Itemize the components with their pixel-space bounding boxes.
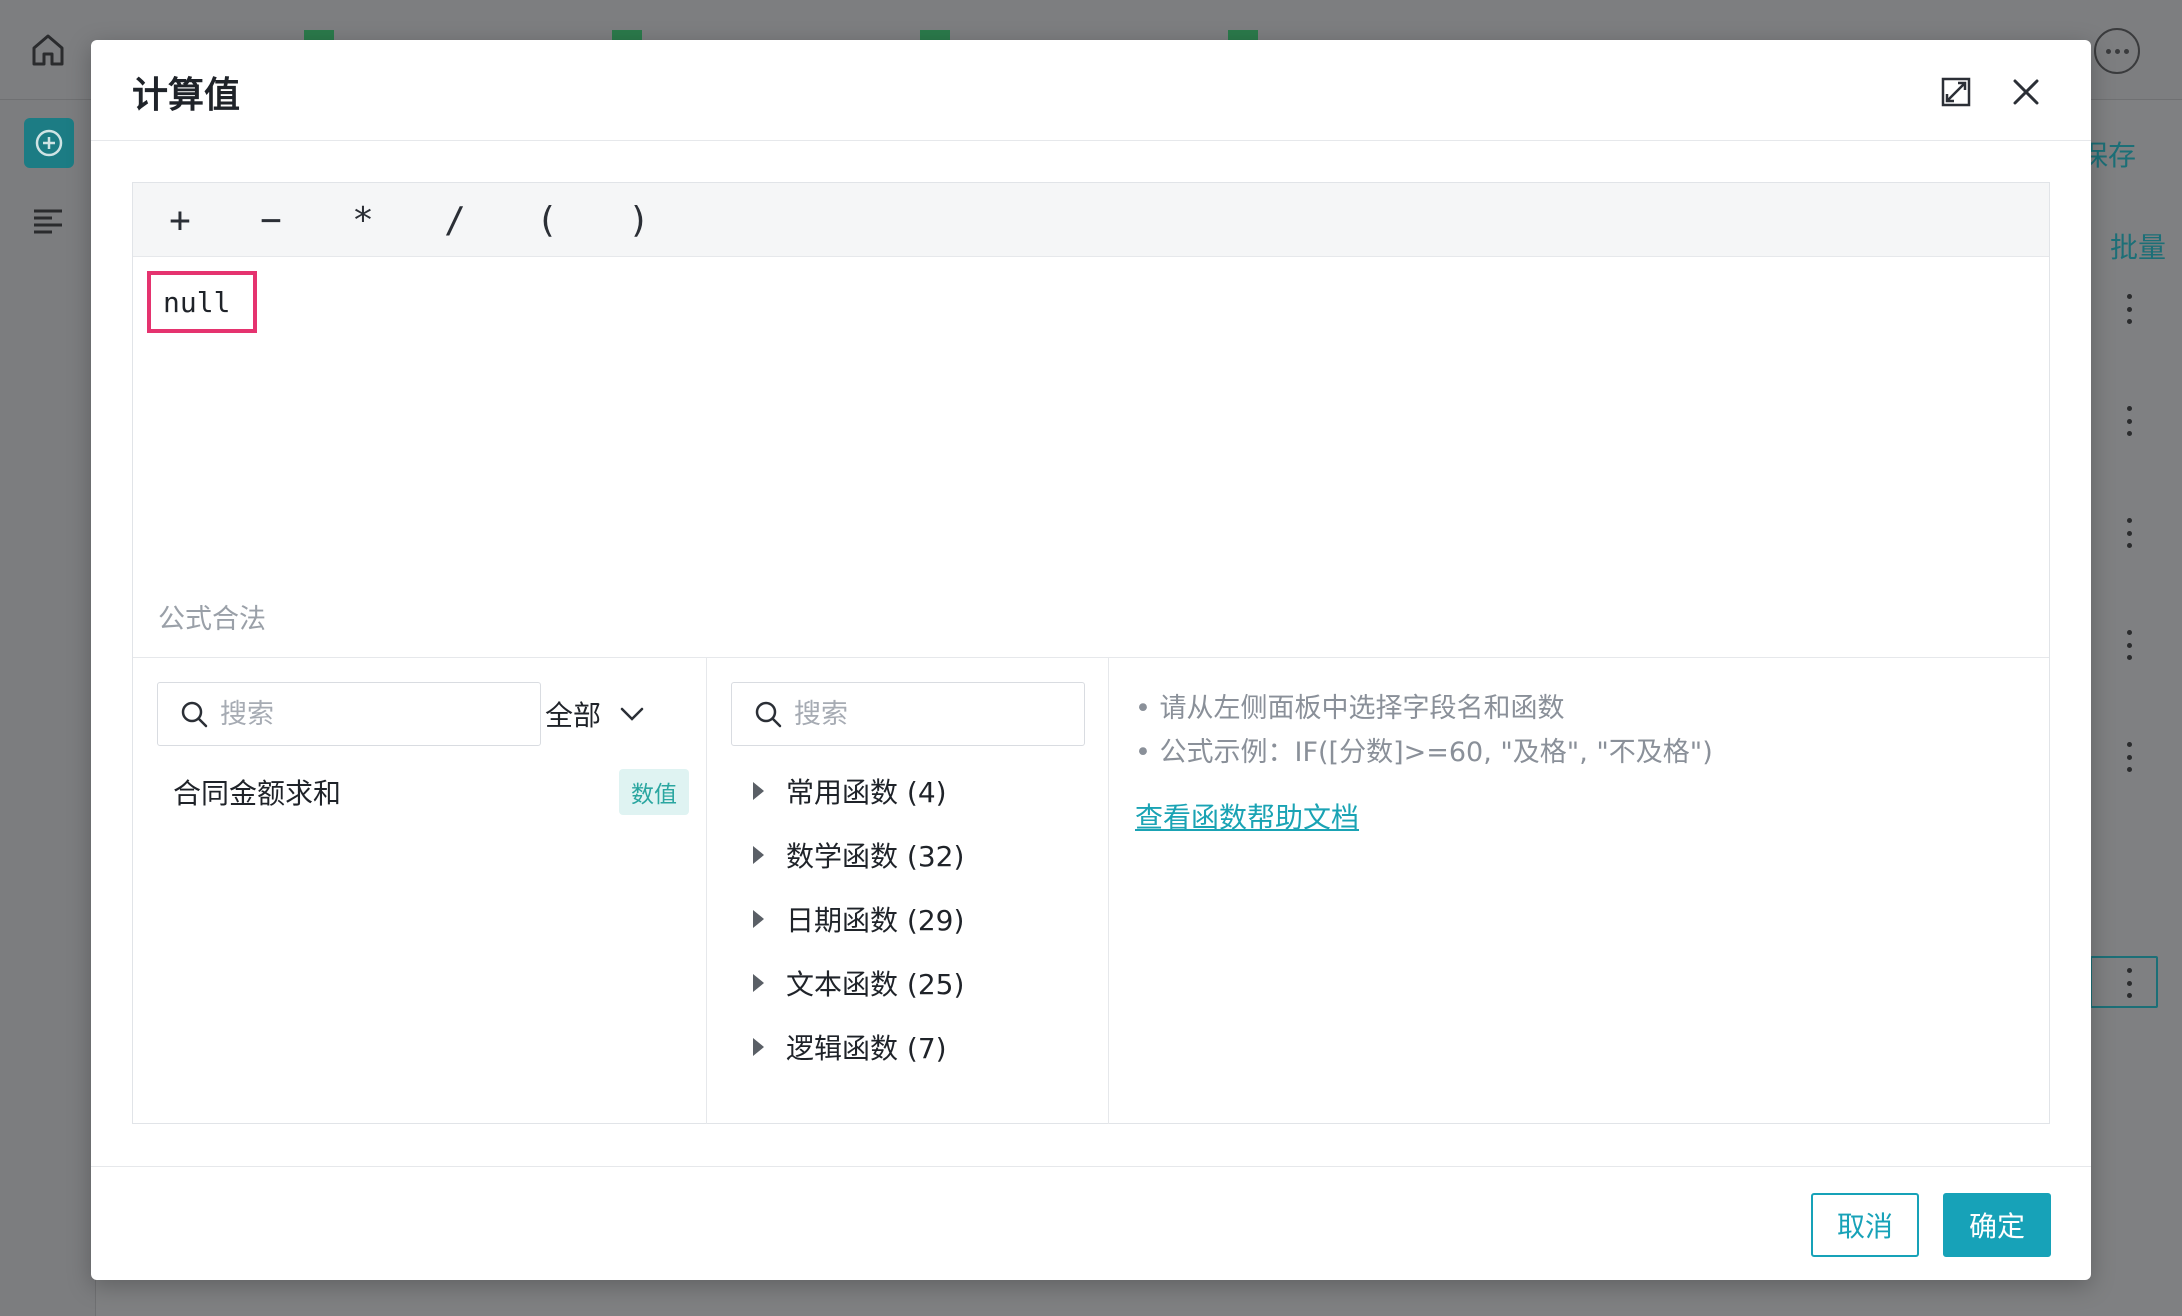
formula-input-area[interactable]: null [133,257,2049,619]
kebab-icon [2126,742,2132,772]
operator-divide-button[interactable]: / [425,193,485,247]
selection-panels: 全部 合同金额求和 数值 [133,657,2049,1124]
add-circle-icon [24,118,74,168]
operator-toolbar: + − * / ( ) [133,183,2049,257]
kebab-icon [2126,518,2132,548]
fields-panel: 全部 合同金额求和 数值 [133,658,707,1124]
field-search-box[interactable] [157,682,541,746]
confirm-button[interactable]: 确定 [1943,1193,2051,1257]
kebab-icon [2126,406,2132,436]
chevron-down-icon [620,707,644,721]
kebab-icon [2126,630,2132,660]
field-type-filter[interactable]: 全部 [545,682,645,746]
kebab-icon [2126,294,2132,324]
operator-plus-button[interactable]: + [150,193,210,247]
function-group-label: 数学函数 (32) [786,840,965,873]
help-instruction-text: • 请从左侧面板中选择字段名和函数 [1135,693,1565,724]
expand-icon[interactable] [1936,72,1976,112]
operator-open-paren-button[interactable]: ( [517,193,577,247]
background-selected-row [2090,956,2158,1008]
home-icon [32,34,64,66]
caret-right-icon [753,846,764,864]
function-group-label: 逻辑函数 (7) [786,1032,947,1065]
operator-multiply-button[interactable]: * [333,193,393,247]
field-search-input[interactable] [220,698,480,730]
field-name: 合同金额求和 [173,777,342,810]
background-sidebar [0,100,96,1316]
dialog-header: 计算值 [91,40,2091,141]
function-group-text[interactable]: 文本函数 (25) [753,960,964,1006]
function-group-date[interactable]: 日期函数 (29) [753,896,964,942]
function-group-label: 常用函数 (4) [786,776,947,809]
function-search-box[interactable] [731,682,1085,746]
dialog-footer: 取消 确定 [91,1166,2091,1280]
help-example-text: • 公式示例：IF([分数]>=60, "及格", "不及格") [1135,737,1713,768]
more-icon [2094,28,2140,74]
kebab-icon [2126,968,2132,998]
functions-panel: 常用函数 (4) 数学函数 (32) 日期函数 (29) 文本函数 (25) 逻… [707,658,1109,1124]
operator-minus-button[interactable]: − [241,193,301,247]
function-group-common[interactable]: 常用函数 (4) [753,768,947,814]
field-type-filter-label: 全部 [545,699,602,732]
operator-close-paren-button[interactable]: ) [609,193,669,247]
function-group-label: 文本函数 (25) [786,968,965,1001]
help-panel: • 请从左侧面板中选择字段名和函数 • 公式示例：IF([分数]>=60, "及… [1109,658,2049,1124]
calculated-value-dialog: 计算值 + − * / ( ) null 公式合法 搜索 全部 合同金额求和 数… [91,40,2091,1280]
function-help-doc-link[interactable]: 查看函数帮助文档 [1135,796,1359,836]
search-icon [755,701,782,728]
field-type-badge: 数值 [619,769,689,815]
search-icon [181,701,208,728]
cancel-button[interactable]: 取消 [1811,1193,1919,1257]
function-group-math[interactable]: 数学函数 (32) [753,832,964,878]
dialog-title: 计算值 [132,75,241,116]
background-batch-label: 批量 [2110,231,2167,264]
function-group-label: 日期函数 (29) [786,904,965,937]
function-search-input[interactable] [794,698,1054,730]
function-group-logic[interactable]: 逻辑函数 (7) [753,1024,947,1070]
formula-editor: + − * / ( ) null 公式合法 全部 [132,182,2050,1124]
close-icon[interactable] [2006,72,2046,112]
caret-right-icon [753,974,764,992]
formula-null-token[interactable]: null [147,271,257,333]
caret-right-icon [753,910,764,928]
field-item[interactable]: 合同金额求和 数值 [151,768,689,816]
caret-right-icon [753,782,764,800]
menu-icon [34,209,62,234]
caret-right-icon [753,1038,764,1056]
formula-status-text: 公式合法 [158,604,266,635]
